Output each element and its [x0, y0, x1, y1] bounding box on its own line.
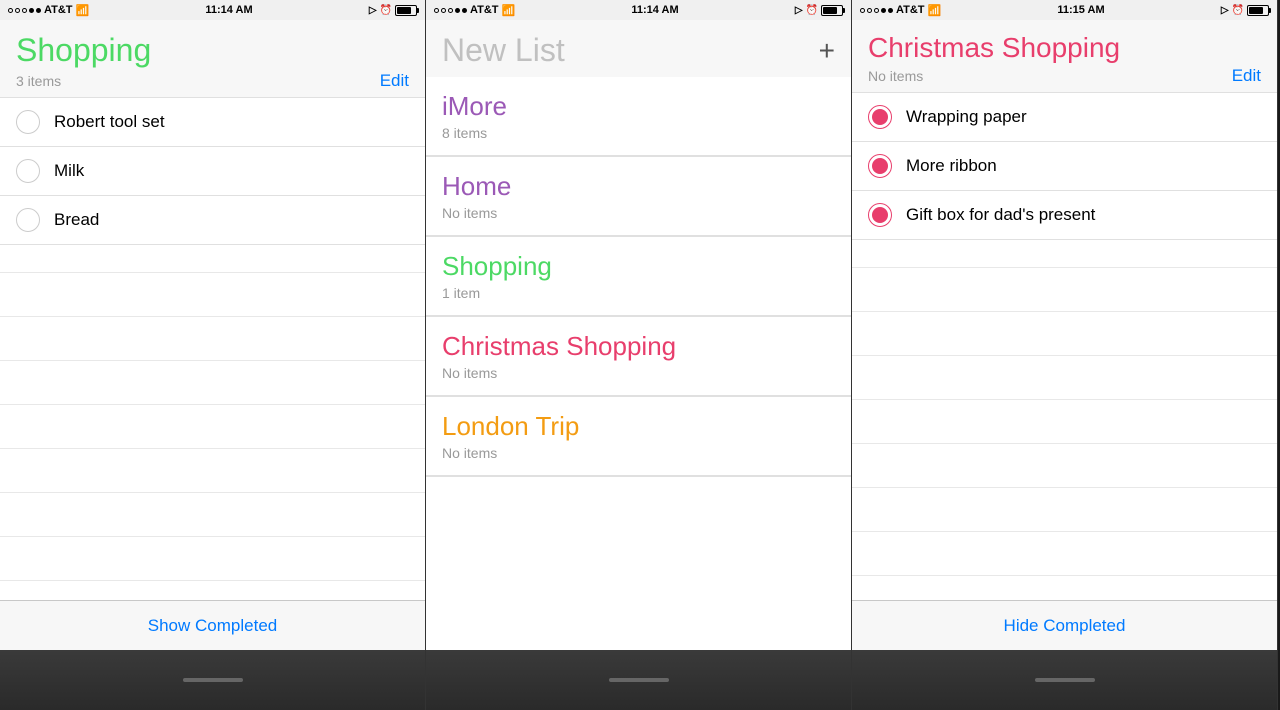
dock-3 [852, 650, 1277, 710]
carrier-2: AT&T [470, 4, 499, 16]
bottom-bar-1: Show Completed [0, 600, 425, 650]
status-bar-3: AT&T 📶 11:15 AM ▷ ⏰ [852, 0, 1277, 20]
carrier-3: AT&T [896, 4, 925, 16]
christmas-edit-button[interactable]: Edit [1232, 66, 1261, 86]
lists-container: iMore 8 items Home No items Shopping 1 i… [426, 77, 851, 650]
list-item[interactable]: Gift box for dad's present [852, 191, 1277, 240]
list-count-imore: 8 items [442, 125, 835, 141]
home-indicator-2 [609, 678, 669, 682]
wifi-icon-2: 📶 [502, 4, 516, 17]
home-indicator-1 [183, 678, 243, 682]
signal-icon-2 [434, 8, 467, 13]
new-list-title: New List [442, 32, 565, 69]
christmas-header: Christmas Shopping No items Edit [852, 20, 1277, 92]
list-item-christmas[interactable]: Christmas Shopping No items [426, 317, 851, 396]
list-item-home[interactable]: Home No items [426, 157, 851, 236]
christmas-list: Wrapping paper More ribbon Gift box for … [852, 92, 1277, 600]
checkbox-wrapping[interactable] [868, 105, 892, 129]
wifi-icon: 📶 [76, 4, 90, 17]
list-item[interactable]: Milk [0, 147, 425, 196]
signal-icon-3 [860, 8, 893, 13]
separator [426, 476, 851, 477]
list-count-christmas: No items [442, 365, 835, 381]
item-text-wrapping: Wrapping paper [906, 107, 1027, 127]
list-count-london: No items [442, 445, 835, 461]
battery-icon-2 [821, 5, 843, 16]
list-count-shopping: 1 item [442, 285, 835, 301]
battery-icon-3 [1247, 5, 1269, 16]
shopping-header: Shopping 3 items Edit [0, 20, 425, 97]
carrier-1: AT&T [44, 4, 73, 16]
checkbox-ribbon[interactable] [868, 154, 892, 178]
status-left-3: AT&T 📶 [860, 4, 941, 17]
time-2: 11:14 AM [631, 4, 678, 16]
list-name-london: London Trip [442, 411, 835, 442]
add-list-button[interactable]: + [819, 35, 835, 67]
list-name-christmas: Christmas Shopping [442, 331, 835, 362]
shopping-edit-button[interactable]: Edit [380, 71, 409, 91]
dock-2 [426, 650, 851, 710]
panel-lists: AT&T 📶 11:14 AM ▷ ⏰ New List + iMore 8 i… [426, 0, 852, 710]
list-name-imore: iMore [442, 91, 835, 122]
time-1: 11:14 AM [205, 4, 252, 16]
status-bar-2: AT&T 📶 11:14 AM ▷ ⏰ [426, 0, 851, 20]
christmas-subtitle-row: No items Edit [868, 66, 1261, 86]
alarm-icon: ⏰ [380, 5, 392, 16]
shopping-subtitle-row: 3 items Edit [16, 71, 409, 91]
status-left-1: AT&T 📶 [8, 4, 89, 17]
battery-icon-1 [395, 5, 417, 16]
shopping-list: Robert tool set Milk Bread [0, 97, 425, 600]
list-item[interactable]: Bread [0, 196, 425, 245]
show-completed-button[interactable]: Show Completed [148, 616, 277, 636]
shopping-title: Shopping [16, 32, 409, 69]
checkbox-giftbox[interactable] [868, 203, 892, 227]
status-bar-1: AT&T 📶 11:14 AM ▷ ⏰ [0, 0, 425, 20]
alarm-icon-2: ⏰ [806, 5, 818, 16]
screen-1: Shopping 3 items Edit Robert tool set Mi… [0, 20, 425, 650]
time-3: 11:15 AM [1057, 4, 1104, 16]
signal-icon [8, 8, 41, 13]
panel-christmas: AT&T 📶 11:15 AM ▷ ⏰ Christmas Shopping N… [852, 0, 1278, 710]
dock-1 [0, 650, 425, 710]
list-count-home: No items [442, 205, 835, 221]
wifi-icon-3: 📶 [928, 4, 942, 17]
status-right-3: ▷ ⏰ [1221, 5, 1269, 16]
location-icon-3: ▷ [1221, 5, 1229, 16]
location-icon-2: ▷ [795, 5, 803, 16]
list-item-shopping[interactable]: Shopping 1 item [426, 237, 851, 316]
item-text-robert: Robert tool set [54, 112, 165, 132]
status-right-2: ▷ ⏰ [795, 5, 843, 16]
list-name-shopping: Shopping [442, 251, 835, 282]
list-item-imore[interactable]: iMore 8 items [426, 77, 851, 156]
screen-2: New List + iMore 8 items Home No items S… [426, 20, 851, 650]
item-text-bread: Bread [54, 210, 99, 230]
checkbox-robert[interactable] [16, 110, 40, 134]
list-item-london[interactable]: London Trip No items [426, 397, 851, 476]
shopping-item-count: 3 items [16, 73, 61, 89]
panel-shopping: AT&T 📶 11:14 AM ▷ ⏰ Shopping 3 items Edi… [0, 0, 426, 710]
hide-completed-button[interactable]: Hide Completed [1004, 616, 1126, 636]
checkbox-bread[interactable] [16, 208, 40, 232]
status-right-1: ▷ ⏰ [369, 5, 417, 16]
list-name-home: Home [442, 171, 835, 202]
list-item[interactable]: Robert tool set [0, 97, 425, 147]
checkbox-milk[interactable] [16, 159, 40, 183]
alarm-icon-3: ⏰ [1232, 5, 1244, 16]
screen-3: Christmas Shopping No items Edit Wrappin… [852, 20, 1277, 650]
list-item[interactable]: More ribbon [852, 142, 1277, 191]
bottom-bar-3: Hide Completed [852, 600, 1277, 650]
location-icon: ▷ [369, 5, 377, 16]
list-item[interactable]: Wrapping paper [852, 92, 1277, 142]
christmas-item-count: No items [868, 68, 923, 84]
item-text-giftbox: Gift box for dad's present [906, 205, 1095, 225]
item-text-ribbon: More ribbon [906, 156, 997, 176]
home-indicator-3 [1035, 678, 1095, 682]
christmas-title: Christmas Shopping [868, 32, 1261, 64]
status-left-2: AT&T 📶 [434, 4, 515, 17]
new-list-header: New List + [426, 20, 851, 77]
item-text-milk: Milk [54, 161, 84, 181]
